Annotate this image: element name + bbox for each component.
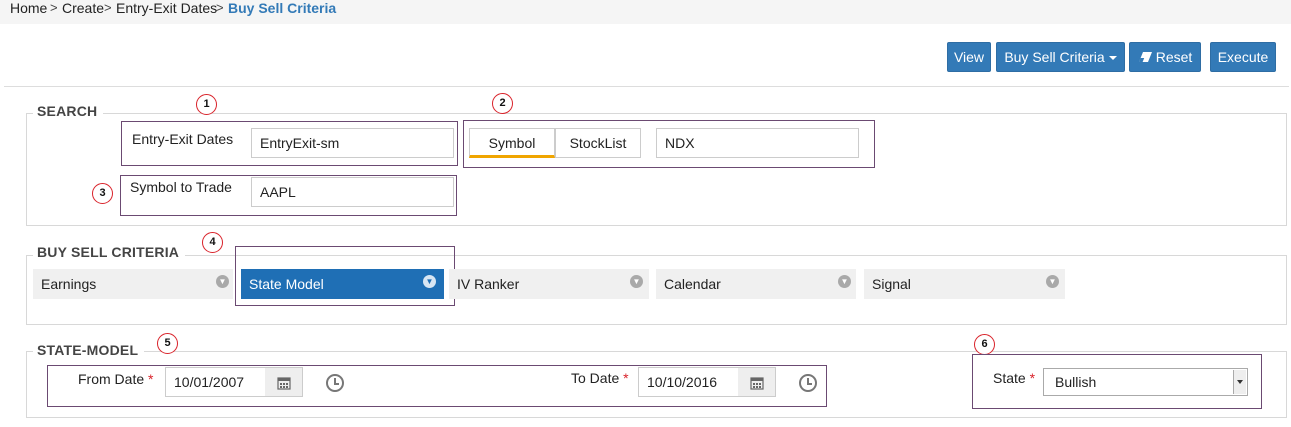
chevron-down-icon: ▼ — [630, 275, 643, 288]
to-date-calendar-button[interactable] — [738, 367, 776, 397]
from-date-calendar-button[interactable] — [265, 367, 303, 397]
tab-label: Earnings — [41, 276, 97, 292]
breadcrumb-create[interactable]: Create — [62, 0, 104, 16]
tab-iv-ranker[interactable]: IV Ranker ▼ — [449, 269, 649, 299]
from-time-clock-icon[interactable] — [326, 374, 344, 392]
chevron-down-icon: ▼ — [216, 275, 229, 288]
calendar-icon — [749, 377, 764, 390]
chevron-down-icon: ▼ — [838, 275, 851, 288]
to-time-clock-icon[interactable] — [799, 374, 817, 392]
chevron-down-icon: ▼ — [423, 275, 436, 288]
symbol-to-trade-field[interactable]: AAPL — [251, 177, 454, 207]
breadcrumb-home[interactable]: Home — [10, 0, 47, 16]
tab-signal[interactable]: Signal ▼ — [864, 269, 1065, 299]
eraser-icon — [1138, 52, 1152, 62]
callout-3: 3 — [92, 183, 113, 204]
to-date-label: To Date * — [571, 370, 629, 386]
tab-label: IV Ranker — [457, 276, 520, 292]
callout-5: 5 — [157, 333, 178, 354]
breadcrumb-current: Buy Sell Criteria — [228, 0, 337, 16]
tab-earnings[interactable]: Earnings ▼ — [33, 269, 233, 299]
callout-2: 2 — [492, 93, 513, 114]
tab-label: Calendar — [664, 276, 721, 292]
state-select-value: Bullish — [1055, 374, 1097, 390]
tab-symbol[interactable]: Symbol — [469, 128, 555, 158]
breadcrumb-separator: > — [216, 0, 224, 15]
breadcrumb-entry-exit[interactable]: Entry-Exit Dates — [116, 0, 217, 16]
from-date-label: From Date * — [78, 371, 153, 387]
select-arrow-icon[interactable] — [1233, 370, 1246, 394]
search-legend: SEARCH — [33, 103, 104, 119]
to-date-label-text: To Date — [571, 370, 620, 386]
chevron-down-icon: ▼ — [1046, 275, 1059, 288]
state-model-legend: STATE-MODEL — [33, 342, 145, 358]
reset-button[interactable]: Reset — [1129, 42, 1201, 72]
buy-sell-criteria-label: Buy Sell Criteria — [1004, 49, 1105, 65]
callout-1: 1 — [196, 94, 217, 115]
from-date-label-text: From Date — [78, 371, 145, 387]
caret-down-icon — [1108, 56, 1117, 61]
tab-calendar[interactable]: Calendar ▼ — [656, 269, 856, 299]
callout-6: 6 — [974, 334, 995, 355]
buy-sell-legend: BUY SELL CRITERIA — [33, 244, 186, 260]
entry-exit-label: Entry-Exit Dates — [132, 131, 234, 147]
to-date-field[interactable]: 10/10/2016 — [638, 367, 739, 397]
breadcrumb-separator: > — [50, 0, 58, 15]
tab-label: Signal — [872, 276, 911, 292]
callout-4: 4 — [202, 232, 223, 253]
required-asterisk: * — [148, 371, 154, 387]
state-select[interactable]: Bullish — [1043, 368, 1248, 396]
from-date-field[interactable]: 10/01/2007 — [165, 367, 266, 397]
required-asterisk: * — [623, 370, 629, 386]
entry-exit-field[interactable]: EntryExit-sm — [251, 128, 454, 158]
state-label: State * — [993, 370, 1035, 386]
view-button[interactable]: View — [947, 42, 991, 72]
calendar-icon — [276, 377, 291, 390]
required-asterisk: * — [1029, 370, 1036, 386]
tab-stocklist[interactable]: StockList — [555, 128, 641, 158]
tab-state-model[interactable]: State Model ▼ — [241, 269, 444, 299]
state-label-text: State — [993, 370, 1026, 386]
execute-button[interactable]: Execute — [1210, 42, 1276, 72]
reset-label: Reset — [1155, 49, 1193, 65]
tab-label: State Model — [249, 276, 324, 292]
divider — [4, 86, 1289, 87]
stocklist-field[interactable]: NDX — [656, 128, 859, 158]
breadcrumb-separator: > — [104, 0, 112, 15]
symbol-to-trade-label: Symbol to Trade — [130, 179, 232, 195]
buy-sell-criteria-dropdown[interactable]: Buy Sell Criteria — [996, 42, 1125, 72]
